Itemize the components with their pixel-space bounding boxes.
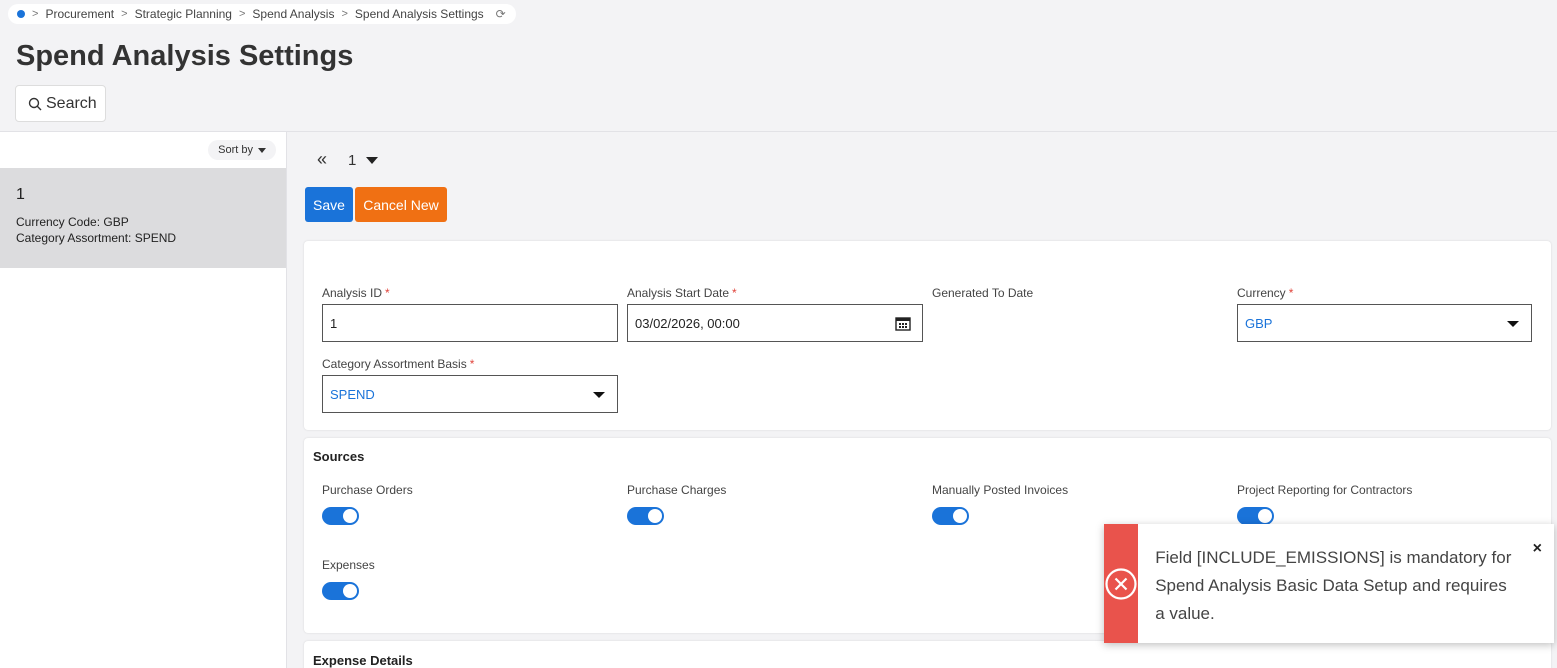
project-reporting-label: Project Reporting for Contractors (1237, 483, 1413, 497)
cancel-new-button[interactable]: Cancel New (355, 187, 447, 222)
breadcrumb: > Procurement > Strategic Planning > Spe… (8, 4, 516, 24)
expense-details-title: Expense Details (313, 653, 413, 668)
chevron-down-icon (366, 157, 379, 164)
list-item-category: Category Assortment: SPEND (16, 231, 177, 245)
analysis-id-label: Analysis ID * (322, 286, 390, 300)
chevron-down-icon (1507, 321, 1519, 327)
expense-details-card: Expense Details (304, 641, 1551, 668)
analysis-id-field[interactable]: 1 (322, 304, 618, 342)
list-item[interactable]: 1 Currency Code: GBP Category Assortment… (0, 168, 286, 268)
category-basis-select[interactable]: SPEND (322, 375, 618, 413)
project-reporting-toggle[interactable] (1237, 507, 1274, 525)
search-label: Search (46, 94, 97, 112)
error-toast: Field [INCLUDE_EMISSIONS] is mandatory f… (1104, 524, 1554, 643)
chevron-right-icon: > (238, 8, 246, 20)
breadcrumb-item-strategic-planning[interactable]: Strategic Planning (135, 7, 232, 21)
home-icon[interactable] (17, 10, 25, 18)
record-selector[interactable]: 1 (348, 152, 379, 169)
error-circle-icon (1105, 567, 1137, 600)
save-button[interactable]: Save (305, 187, 353, 222)
chevron-right-icon: > (341, 8, 348, 20)
purchase-charges-toggle[interactable] (627, 507, 664, 525)
search-icon (28, 97, 42, 110)
category-basis-label: Category Assortment Basis * (322, 357, 475, 371)
calendar-icon[interactable] (895, 316, 911, 331)
search-button[interactable]: Search (15, 85, 106, 122)
chevron-right-icon: > (32, 8, 39, 20)
breadcrumb-item-procurement[interactable]: Procurement (45, 7, 114, 21)
currency-label: Currency * (1237, 286, 1294, 300)
close-icon[interactable]: × (1533, 540, 1542, 558)
start-date-label: Analysis Start Date * (627, 286, 737, 300)
manually-posted-invoices-toggle[interactable] (932, 507, 969, 525)
sort-by-label: Sort by (218, 144, 253, 156)
list-item-title: 1 (16, 186, 25, 203)
refresh-icon[interactable]: ⟳ (496, 7, 506, 21)
purchase-orders-toggle[interactable] (322, 507, 359, 525)
breadcrumb-item-current: Spend Analysis Settings (354, 7, 484, 21)
start-date-field[interactable]: 03/02/2026, 00:00 (627, 304, 923, 342)
record-list-panel: Sort by 1 Currency Code: GBP Category As… (0, 132, 287, 668)
toast-message: Field [INCLUDE_EMISSIONS] is mandatory f… (1155, 548, 1512, 623)
list-item-currency: Currency Code: GBP (16, 215, 129, 229)
breadcrumb-item-spend-analysis[interactable]: Spend Analysis (252, 7, 334, 21)
chevron-right-icon: > (121, 8, 128, 20)
chevron-down-icon (258, 147, 266, 153)
toast-icon-area (1104, 524, 1139, 643)
purchase-charges-label: Purchase Charges (627, 483, 727, 497)
sort-by-button[interactable]: Sort by (208, 140, 276, 160)
settings-form-card: Analysis ID * 1 Analysis Start Date * 03/0… (304, 241, 1551, 430)
currency-select[interactable]: GBP (1237, 304, 1532, 342)
expenses-toggle[interactable] (322, 582, 359, 600)
record-number: 1 (348, 152, 357, 169)
generated-to-date-label: Generated To Date (932, 286, 1034, 300)
page-title: Spend Analysis Settings (16, 40, 354, 72)
first-record-button[interactable]: « (317, 149, 327, 170)
expenses-label: Expenses (322, 558, 375, 572)
sources-title: Sources (313, 449, 365, 464)
purchase-orders-label: Purchase Orders (322, 483, 413, 497)
chevron-down-icon (593, 392, 605, 398)
manually-posted-invoices-label: Manually Posted Invoices (932, 483, 1069, 497)
